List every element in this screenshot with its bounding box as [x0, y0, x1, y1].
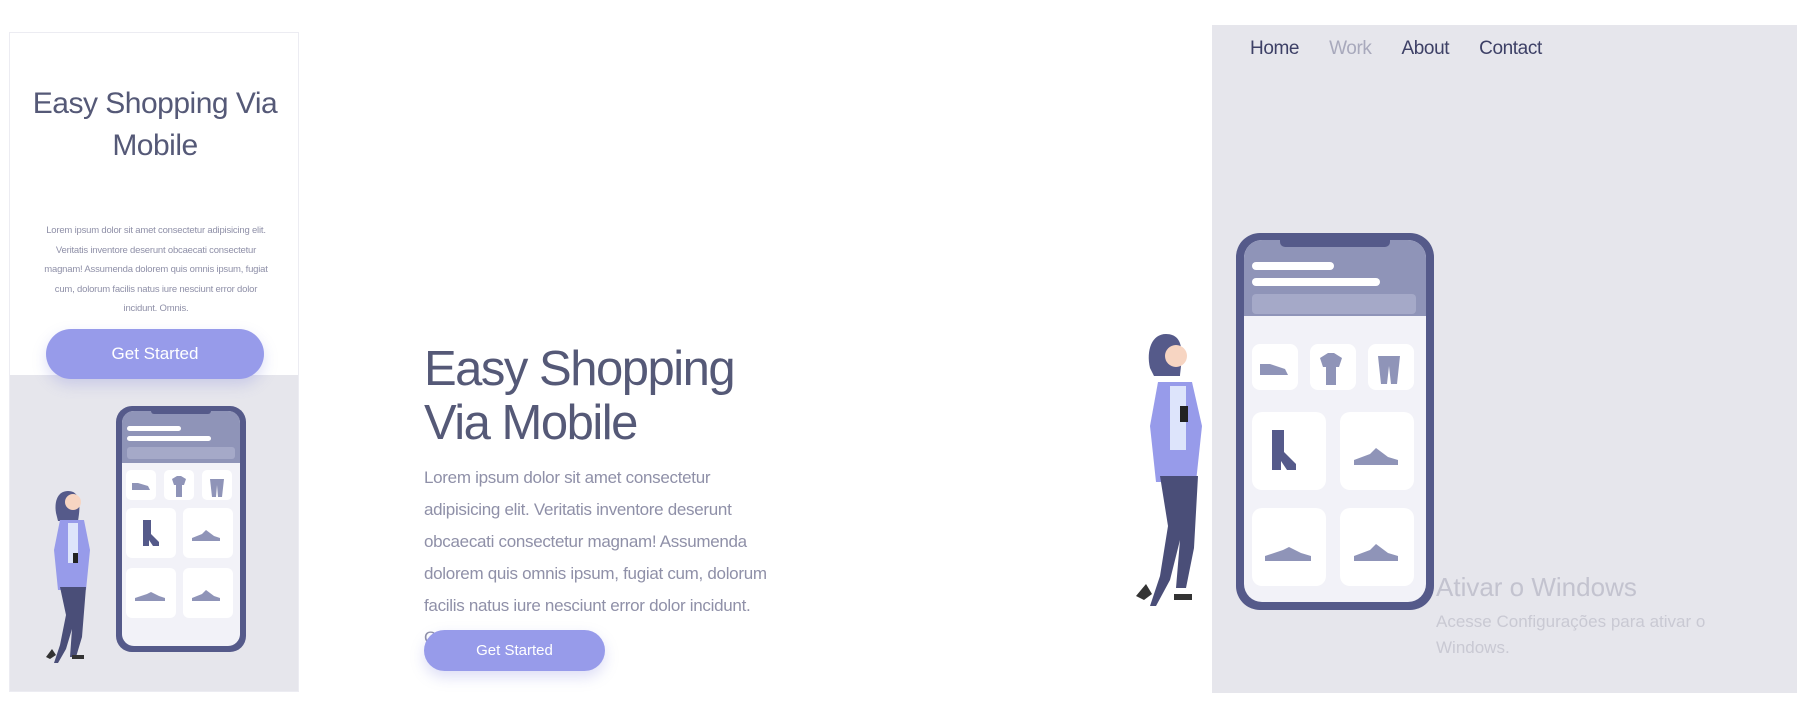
mobile-preview: Easy Shopping Via Mobile Lorem ipsum dol… [9, 32, 299, 692]
mobile-illustration-panel [10, 375, 298, 691]
activation-subtitle: Acesse Configurações para ativar o Windo… [1436, 612, 1706, 657]
nav-home[interactable]: Home [1250, 38, 1299, 60]
mobile-illustration [46, 406, 246, 663]
top-nav: Home Work About Contact [1250, 38, 1542, 60]
mobile-get-started-button[interactable]: Get Started [46, 329, 264, 379]
hero-title: Easy Shopping Via Mobile [424, 342, 824, 450]
nav-contact[interactable]: Contact [1479, 38, 1542, 60]
activation-title: Ativar o Windows [1436, 572, 1637, 602]
woman-illustration [46, 491, 90, 663]
hero-title-line-1: Easy Shopping [424, 342, 736, 396]
woman-illustration-large [1136, 334, 1202, 606]
hero-title-line-2: Via Mobile [424, 396, 638, 450]
desktop-illustration [1136, 233, 1434, 610]
windows-activation-watermark: Ativar o Windows Acesse Configurações pa… [1436, 571, 1756, 661]
nav-work[interactable]: Work [1329, 38, 1372, 60]
hero-description: Lorem ipsum dolor sit amet consectetur a… [424, 468, 767, 647]
nav-about[interactable]: About [1401, 38, 1449, 60]
phone-illustration [116, 406, 246, 652]
phone-illustration-large [1236, 233, 1434, 610]
mobile-description: Lorem ipsum dolor sit amet consectetur a… [44, 225, 268, 314]
hero-get-started-button[interactable]: Get Started [424, 630, 605, 671]
mobile-title: Easy Shopping Via Mobile [32, 87, 278, 162]
